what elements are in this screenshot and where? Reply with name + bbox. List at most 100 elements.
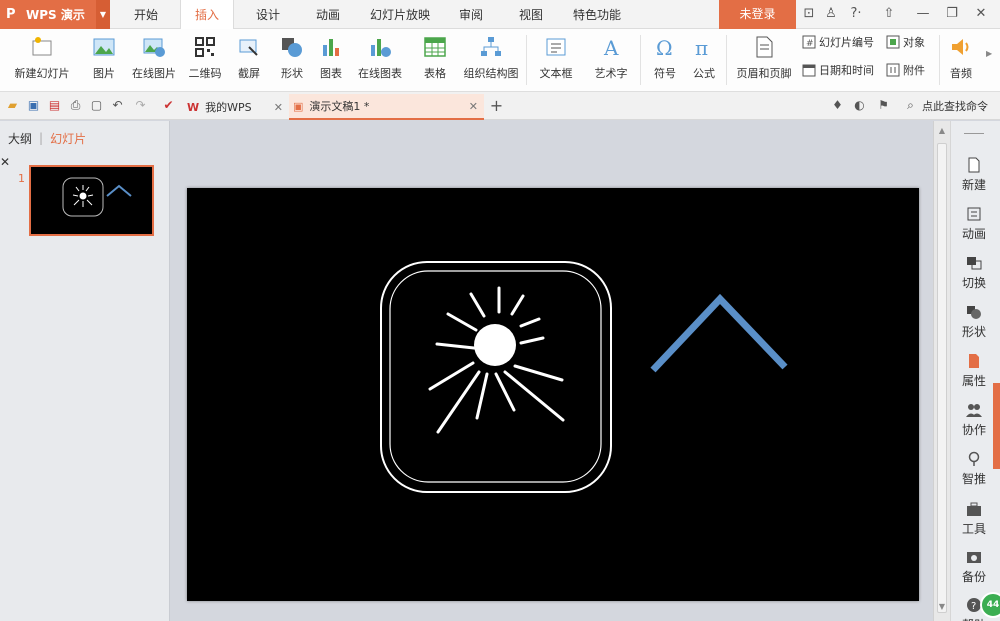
chevron-up-shape[interactable] [650, 293, 788, 373]
ribbon-divider [526, 35, 527, 85]
online-picture-label: 在线图片 [132, 67, 176, 80]
slide-number-label: 幻灯片编号 [819, 36, 874, 49]
chart-icon [323, 39, 339, 56]
ribbon-divider [939, 35, 940, 85]
scroll-up-icon[interactable]: ▲ [934, 123, 950, 139]
pin-icon[interactable]: ♦ [830, 98, 845, 113]
online-chart-button[interactable]: 在线图表 [350, 33, 410, 87]
slide-thumbnail[interactable] [29, 165, 154, 236]
skin-icon[interactable]: ⊡ [800, 5, 818, 23]
inner-rounded-square-outline [389, 270, 602, 483]
shape-button[interactable]: 形状 [272, 33, 312, 87]
customize-icon[interactable]: ✔ [161, 98, 176, 113]
notification-badge[interactable]: 44 [980, 592, 1000, 618]
export-pdf-icon[interactable]: ▤ [47, 98, 62, 113]
svg-text:A: A [603, 36, 619, 59]
formula-button[interactable]: π 公式 [688, 33, 720, 87]
minimize-icon[interactable]: — [914, 5, 932, 23]
header-footer-label: 页眉和页脚 [736, 67, 792, 80]
shape-icon [282, 38, 302, 57]
vertical-scrollbar[interactable]: ▲ ▼ [933, 121, 950, 621]
task-tools[interactable]: 工具 [951, 501, 997, 537]
close-icon[interactable]: ✕ [972, 5, 990, 23]
ribbon-scroll-right-icon[interactable]: ▶ [986, 49, 992, 58]
close-tab-icon[interactable]: ✕ [274, 101, 283, 114]
d-icon[interactable]: ◐ [852, 98, 867, 113]
menu-design[interactable]: 设计 [240, 0, 296, 29]
menu-review[interactable]: 审阅 [444, 0, 498, 29]
menu-animation[interactable]: 动画 [300, 0, 356, 29]
task-collaborate[interactable]: 协作 [951, 402, 997, 438]
date-time-button[interactable]: 日期和时间 [802, 60, 874, 80]
close-tab-icon[interactable]: ✕ [469, 100, 478, 113]
qrcode-button[interactable]: 二维码 [185, 33, 225, 87]
task-transition[interactable]: 切换 [951, 255, 997, 291]
chart-button[interactable]: 图表 [316, 33, 346, 87]
header-footer-icon [756, 36, 773, 58]
task-recommend[interactable]: 智推 [951, 451, 997, 487]
table-button[interactable]: 表格 [414, 33, 456, 87]
symbol-button[interactable]: Ω 符号 [645, 33, 685, 87]
slide-number-icon: # [802, 35, 816, 49]
slide-canvas[interactable] [187, 188, 919, 601]
share-icon[interactable]: ⇧ [880, 5, 898, 23]
app-menu-button[interactable]: P WPS 演示 ▼ [0, 0, 110, 29]
command-search-label[interactable]: 点此查找命令 [922, 98, 988, 114]
task-properties[interactable]: 属性 [951, 353, 997, 389]
task-recommend-label: 智推 [961, 472, 986, 486]
chevron-down-icon[interactable]: ▼ [96, 0, 110, 29]
object-button[interactable]: 对象 [886, 32, 925, 52]
formula-label: 公式 [693, 67, 715, 80]
preview-icon[interactable]: ▢ [89, 98, 104, 113]
feedback-icon[interactable]: ⚑ [876, 98, 891, 113]
task-backup[interactable]: 备份 [951, 549, 997, 585]
task-new[interactable]: 新建 [951, 157, 997, 193]
online-chart-label: 在线图表 [358, 67, 402, 80]
tab-presentation[interactable]: ▣ 演示文稿1 * ✕ [289, 94, 484, 120]
menu-slideshow[interactable]: 幻灯片放映 [362, 0, 438, 29]
search-icon[interactable]: ⌕ [903, 98, 918, 113]
attachment-label: 附件 [903, 64, 925, 77]
screenshot-button[interactable]: 截屏 [229, 33, 269, 87]
task-animation[interactable]: 动画 [951, 206, 997, 242]
task-shape[interactable]: 形状 [951, 304, 997, 340]
menu-view[interactable]: 视图 [504, 0, 558, 29]
scrollbar-thumb[interactable] [937, 143, 947, 613]
new-tab-icon[interactable]: + [489, 98, 504, 114]
undo-icon[interactable]: ↶ [110, 98, 125, 113]
new-slide-button[interactable]: 新建幻灯片 [6, 33, 78, 87]
menu-insert[interactable]: 插入 [180, 0, 234, 30]
print-icon[interactable]: ⎙ [68, 98, 83, 113]
shirt-icon[interactable]: ♙ [822, 5, 840, 23]
redo-icon[interactable]: ↷ [133, 98, 148, 113]
open-folder-icon[interactable]: ▰ [5, 98, 20, 113]
close-panel-icon[interactable]: ✕ [0, 155, 10, 169]
menu-special[interactable]: 特色功能 [564, 0, 630, 29]
task-collaborate-label: 协作 [961, 423, 986, 437]
menu-home[interactable]: 开始 [118, 0, 174, 29]
wordart-icon: A [603, 36, 619, 59]
wordart-button[interactable]: A 艺术字 [586, 33, 636, 87]
task-shape-label: 形状 [961, 325, 986, 339]
login-button[interactable]: 未登录 [719, 0, 796, 29]
help-icon[interactable]: ?· [845, 5, 867, 23]
scroll-down-icon[interactable]: ▼ [934, 599, 950, 615]
sun-icon[interactable] [474, 324, 516, 366]
restore-icon[interactable]: ❐ [943, 5, 961, 23]
picture-button[interactable]: 图片 [84, 33, 124, 87]
audio-button[interactable]: 音频 [943, 33, 979, 87]
org-chart-button[interactable]: 组织结构图 [459, 33, 523, 87]
task-panel-toggle[interactable] [993, 383, 1000, 469]
textbox-button[interactable]: 文本框 [532, 33, 580, 87]
save-icon[interactable]: ▣ [26, 98, 41, 113]
attachment-button[interactable]: 附件 [886, 60, 925, 80]
speaker-icon [952, 39, 969, 55]
slide-number-button[interactable]: # 幻灯片编号 [802, 32, 874, 52]
table-icon [424, 37, 446, 57]
header-footer-button[interactable]: 页眉和页脚 [733, 33, 795, 87]
online-picture-button[interactable]: 在线图片 [128, 33, 180, 87]
tab-outline[interactable]: 大纲 [8, 130, 32, 147]
tab-my-wps[interactable]: W 我的WPS ✕ [183, 94, 289, 120]
omega-icon: Ω [656, 36, 673, 59]
tab-slides[interactable]: 幻灯片 [50, 130, 86, 147]
